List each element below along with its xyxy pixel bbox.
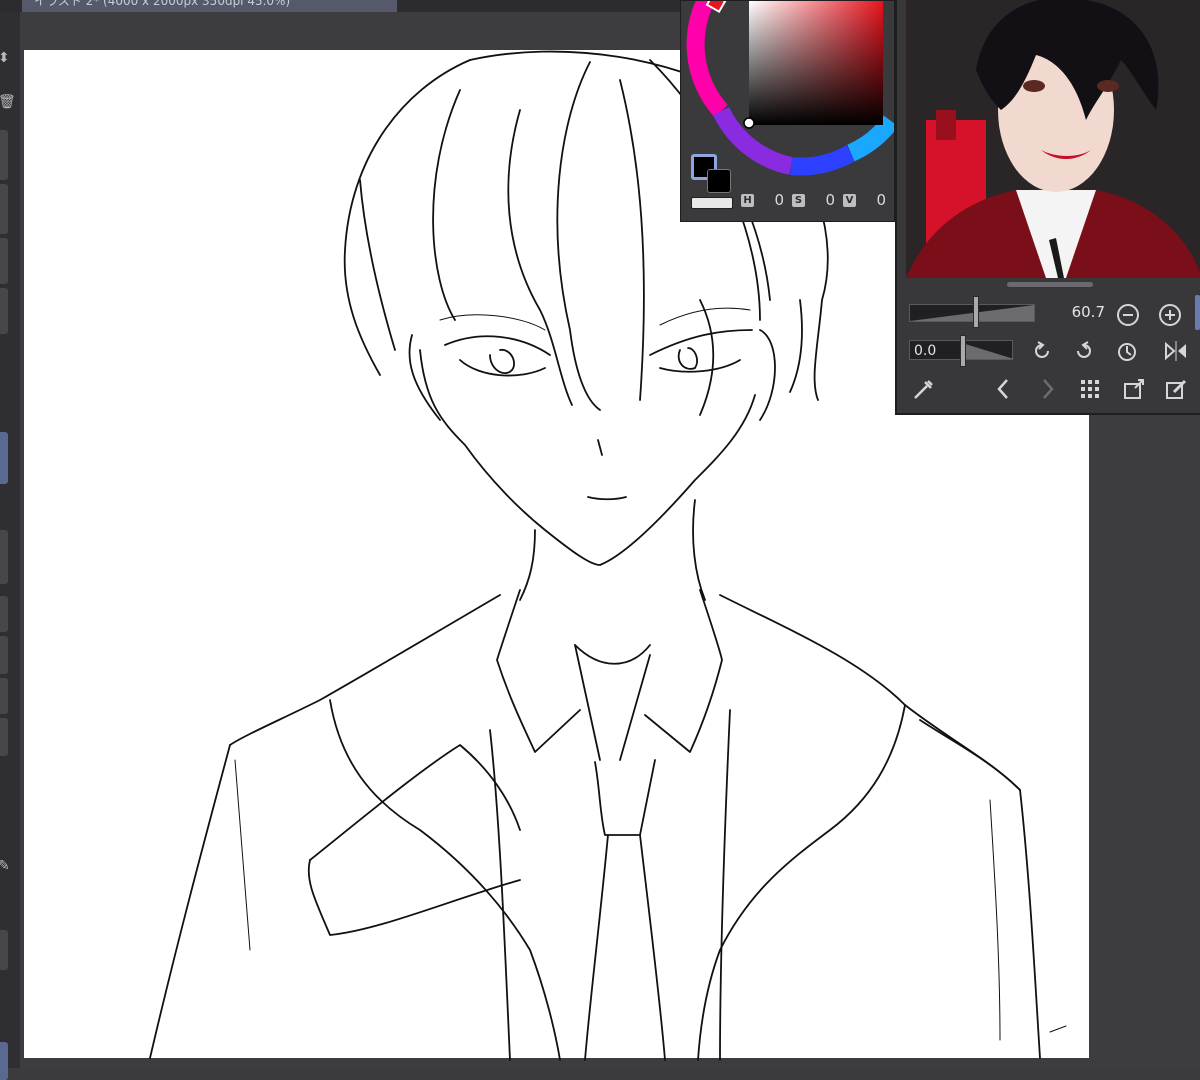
navigator-preview[interactable] bbox=[906, 0, 1200, 278]
eyedropper-icon[interactable] bbox=[911, 376, 937, 402]
plus-circle-icon[interactable] bbox=[1157, 302, 1183, 328]
navigator-edge-tab[interactable] bbox=[1195, 295, 1200, 330]
toolbar-button-active[interactable] bbox=[0, 1042, 8, 1080]
brush-icon[interactable]: ✎ bbox=[0, 858, 10, 874]
trash-icon[interactable]: 🗑 bbox=[0, 94, 16, 110]
zoom-slider-knob[interactable] bbox=[973, 296, 979, 328]
color-wheel-panel: H 0 S 0 V 0 bbox=[680, 0, 895, 222]
left-toolbar-strip: ⬍ 🗑 ✎ bbox=[0, 12, 20, 1080]
toolbar-button-active[interactable] bbox=[0, 432, 8, 484]
document-tab[interactable]: イラスト 2* (4000 x 2000px 350dpi 45.0%) bbox=[22, 0, 397, 12]
rotation-slider-knob[interactable] bbox=[960, 335, 966, 367]
navigator-panel: 60.7 0.0 bbox=[895, 0, 1200, 415]
hsv-value-v: 0 bbox=[876, 191, 886, 209]
sub-color-swatch[interactable] bbox=[707, 169, 731, 193]
hsv-value-s: 0 bbox=[825, 191, 835, 209]
transparent-color-chip[interactable] bbox=[691, 197, 733, 209]
hsv-readout: H 0 S 0 V 0 bbox=[741, 191, 890, 209]
rotate-left-icon[interactable] bbox=[1029, 338, 1055, 364]
chevron-left-icon[interactable] bbox=[991, 376, 1017, 402]
grid-icon[interactable] bbox=[1077, 376, 1103, 402]
minus-circle-icon[interactable] bbox=[1115, 302, 1141, 328]
hsv-label-v: V bbox=[843, 193, 856, 207]
toolbar-button[interactable] bbox=[0, 930, 8, 970]
toolbar-button[interactable] bbox=[0, 238, 8, 284]
toolbar-button[interactable] bbox=[0, 636, 8, 674]
toolbar-button[interactable] bbox=[0, 718, 8, 756]
toolbar-button[interactable] bbox=[0, 530, 8, 584]
toolbar-button[interactable] bbox=[0, 130, 8, 180]
chevron-right-icon[interactable] bbox=[1034, 376, 1060, 402]
import-image-icon[interactable] bbox=[1121, 376, 1147, 402]
hsv-label-s: S bbox=[792, 193, 805, 207]
toolbar-button[interactable] bbox=[0, 288, 8, 334]
rotation-value[interactable]: 0.0 bbox=[914, 341, 936, 361]
navigator-scrollbar[interactable] bbox=[1007, 282, 1093, 287]
toolbar-button[interactable] bbox=[0, 184, 8, 234]
zoom-slider[interactable] bbox=[909, 304, 1035, 322]
hsv-value-h: 0 bbox=[774, 191, 784, 209]
reference-image bbox=[906, 0, 1200, 278]
rotate-right-icon[interactable] bbox=[1071, 338, 1097, 364]
toolbar-button[interactable] bbox=[0, 678, 8, 714]
hsv-label-h: H bbox=[741, 193, 754, 207]
flip-horizontal-icon[interactable] bbox=[1163, 338, 1189, 364]
toolbar-button[interactable] bbox=[0, 596, 8, 632]
zoom-value[interactable]: 60.7 bbox=[1057, 303, 1105, 321]
chevron-updown-icon[interactable]: ⬍ bbox=[0, 50, 10, 66]
edit-icon[interactable] bbox=[1163, 376, 1189, 402]
reset-rotation-icon[interactable] bbox=[1114, 338, 1140, 364]
